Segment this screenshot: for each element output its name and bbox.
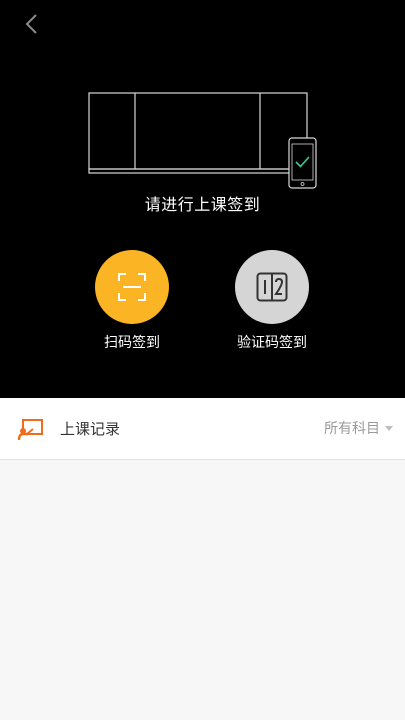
records-list: [0, 461, 405, 720]
scan-checkin-circle[interactable]: [95, 250, 169, 324]
blackboard-phone-illustration: [88, 92, 317, 189]
checkin-panel: 请进行上课签到 扫码签到 验证码签到: [0, 0, 405, 398]
scan-checkin-button[interactable]: 扫码签到: [72, 250, 192, 352]
scan-checkin-label: 扫码签到: [104, 335, 160, 351]
checkin-prompt: 请进行上课签到: [144, 195, 261, 214]
chevron-down-icon: [385, 425, 393, 431]
scan-frame-icon: [118, 273, 146, 301]
chevron-left-icon: [25, 14, 37, 34]
records-title: 上课记录: [60, 420, 121, 438]
subject-filter-dropdown[interactable]: 所有科目: [324, 418, 393, 438]
classroom-board-icon: [18, 419, 43, 441]
subject-filter-label: 所有科目: [324, 421, 380, 437]
verify-code-icon: [256, 272, 288, 302]
checkin-screen: 请进行上课签到 扫码签到 验证码签到 上课记录 所有科目: [0, 0, 405, 720]
code-checkin-label: 验证码签到: [237, 335, 307, 351]
records-header: 上课记录 所有科目: [0, 398, 405, 460]
back-button[interactable]: [18, 10, 46, 38]
code-checkin-circle[interactable]: [235, 250, 309, 324]
code-checkin-button[interactable]: 验证码签到: [212, 250, 332, 352]
